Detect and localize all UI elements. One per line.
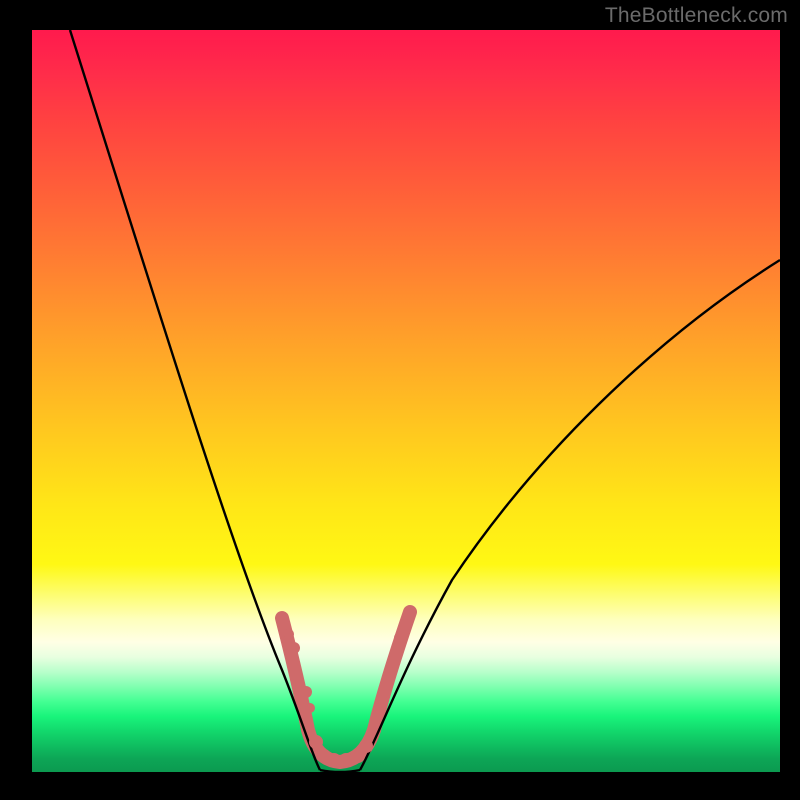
- left-curve: [70, 30, 320, 770]
- curve-overlay: [32, 30, 780, 772]
- right-curve: [360, 260, 780, 770]
- watermark-text: TheBottleneck.com: [605, 4, 788, 28]
- valley-floor: [320, 770, 360, 772]
- gradient-plot-area: [32, 30, 780, 772]
- outer-black-frame: TheBottleneck.com: [0, 0, 800, 800]
